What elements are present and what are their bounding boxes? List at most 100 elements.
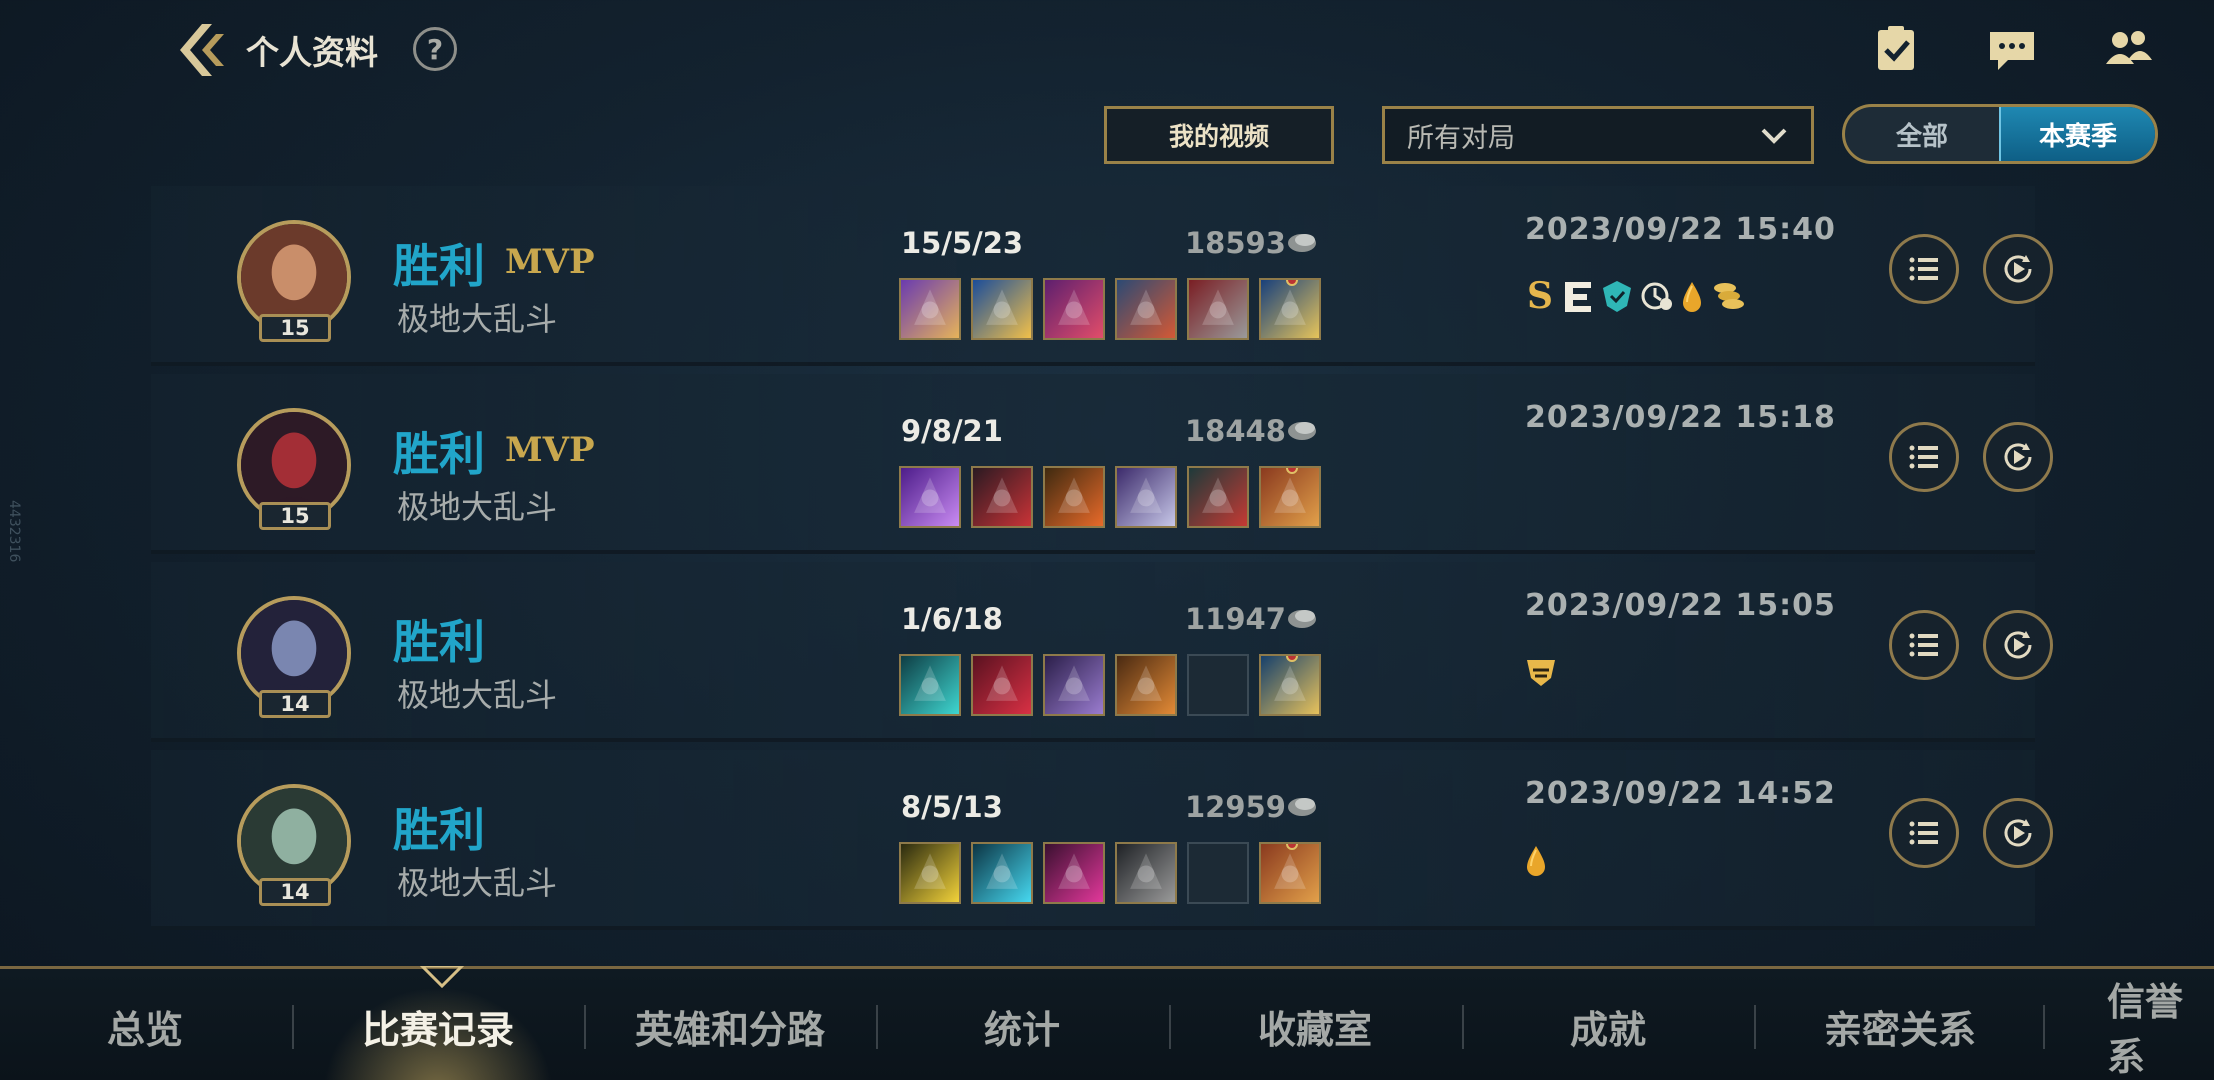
match-row[interactable]: 15 胜利 MVP 极地大乱斗 9/8/21 18448 2023/09/22 … <box>151 374 2053 554</box>
match-details-button[interactable] <box>1889 234 1959 304</box>
badge-multikill-icon <box>1561 277 1595 315</box>
item-magenta-dagger-icon[interactable] <box>1043 842 1105 904</box>
match-result: 胜利 <box>393 427 485 481</box>
gold-coin-icon <box>1288 422 1316 440</box>
top-bar: 个人资料 ? <box>0 0 2214 100</box>
season-option-all[interactable]: 全部 <box>1845 107 1999 161</box>
match-details-button[interactable] <box>1889 798 1959 868</box>
badge-clock-icon <box>1639 277 1675 315</box>
match-details-button[interactable] <box>1889 422 1959 492</box>
bottom-nav: 总览 比赛记录 英雄和分路 统计 收藏室 成就 亲密关系 信誉系 <box>0 966 2214 1080</box>
item-gauntlet-icon[interactable] <box>1115 842 1177 904</box>
mvp-badge: MVP <box>505 242 595 282</box>
item-poro-trinket-icon[interactable] <box>1259 842 1321 904</box>
match-type-value: 所有对局 <box>1407 122 1515 154</box>
replay-button[interactable] <box>1983 798 2053 868</box>
replay-icon <box>2004 631 2032 659</box>
item-slot-empty[interactable] <box>1187 842 1249 904</box>
watermark: 4432316 <box>6 500 22 563</box>
achievement-badges <box>1523 840 1549 880</box>
friends-icon[interactable] <box>2102 24 2154 74</box>
badge-coins-icon <box>1709 277 1749 315</box>
gold-earned: 12959 <box>1185 790 1286 824</box>
chevron-down-icon <box>1761 128 1787 144</box>
kda-stats: 9/8/21 <box>901 414 1003 448</box>
replay-button[interactable] <box>1983 610 2053 680</box>
champion-level: 15 <box>259 502 331 530</box>
replay-button[interactable] <box>1983 234 2053 304</box>
item-fire-blade-icon[interactable] <box>1043 466 1105 528</box>
item-slot-empty[interactable] <box>1187 654 1249 716</box>
achievement-badges: S <box>1523 275 1749 317</box>
badge-s-icon: S <box>1527 275 1553 317</box>
season-option-current[interactable]: 本赛季 <box>1999 107 2155 161</box>
nav-tab[interactable]: 统计 <box>887 969 1157 1080</box>
item-poro-trinket-icon[interactable] <box>1259 466 1321 528</box>
nav-tab[interactable]: 英雄和分路 <box>595 969 865 1080</box>
match-date: 2023/09/22 14:52 <box>1525 776 1836 811</box>
badge-ward-icon <box>1523 653 1559 691</box>
game-mode: 极地大乱斗 <box>397 300 558 338</box>
item-spear-icon[interactable] <box>1115 466 1177 528</box>
item-red-armor-icon[interactable] <box>1187 278 1249 340</box>
list-icon <box>1909 445 1938 469</box>
nav-divider <box>1168 1005 1171 1049</box>
nav-tab[interactable]: 收藏室 <box>1180 969 1450 1080</box>
list-icon <box>1909 257 1938 281</box>
gold-coin-icon <box>1288 234 1316 252</box>
gold-coin-icon <box>1288 798 1316 816</box>
item-dark-shoes-icon[interactable] <box>1043 278 1105 340</box>
match-row[interactable]: 15 胜利 MVP 极地大乱斗 15/5/23 18593 2023/09/22… <box>151 186 2053 366</box>
item-bow-icon[interactable] <box>1115 654 1177 716</box>
kda-stats: 15/5/23 <box>901 226 1024 260</box>
item-red-shield-icon[interactable] <box>1187 466 1249 528</box>
game-mode: 极地大乱斗 <box>397 864 558 902</box>
nav-divider <box>291 1005 294 1049</box>
nav-tab[interactable]: 亲密关系 <box>1765 969 2035 1080</box>
item-armor-icon[interactable] <box>1115 278 1177 340</box>
item-trinket-lens-icon[interactable] <box>1259 278 1321 340</box>
item-dark-blade-icon[interactable] <box>971 466 1033 528</box>
badge-drop-icon <box>1523 841 1549 879</box>
chat-bubble-icon[interactable] <box>1986 24 2038 74</box>
active-tab-caret-icon <box>420 966 464 988</box>
item-purple-cloak-icon[interactable] <box>1043 654 1105 716</box>
nav-tab[interactable]: 成就 <box>1473 969 1743 1080</box>
match-date: 2023/09/22 15:05 <box>1525 588 1836 623</box>
item-teal-blade-icon[interactable] <box>899 654 961 716</box>
nav-divider <box>2043 1005 2045 1049</box>
match-details-button[interactable] <box>1889 610 1959 680</box>
kda-stats: 8/5/13 <box>901 790 1003 824</box>
season-toggle[interactable]: 全部 本赛季 <box>1842 104 2158 164</box>
champion-level: 14 <box>259 690 331 718</box>
game-mode: 极地大乱斗 <box>397 676 558 714</box>
match-result: 胜利 <box>393 803 485 857</box>
gold-coin-icon <box>1288 610 1316 628</box>
match-row[interactable]: 14 胜利 极地大乱斗 1/6/18 11947 2023/09/22 15:0… <box>151 562 2053 742</box>
item-crimson-blade-icon[interactable] <box>971 654 1033 716</box>
game-mode: 极地大乱斗 <box>397 488 558 526</box>
item-blue-staff-icon[interactable] <box>971 278 1033 340</box>
replay-button[interactable] <box>1983 422 2053 492</box>
match-row[interactable]: 14 胜利 极地大乱斗 8/5/13 12959 2023/09/22 14:5… <box>151 750 2053 930</box>
nav-divider <box>584 1005 586 1049</box>
gold-earned: 18593 <box>1185 226 1286 260</box>
item-purple-sword-icon[interactable] <box>899 466 961 528</box>
nav-divider <box>876 1005 878 1049</box>
item-yellow-triangle-icon[interactable] <box>899 842 961 904</box>
match-type-dropdown[interactable]: 所有对局 <box>1382 106 1814 164</box>
item-blue-totem-icon[interactable] <box>1259 654 1321 716</box>
match-result: 胜利 <box>393 239 485 293</box>
nav-tab[interactable]: 总览 <box>10 969 280 1080</box>
back-arrow-icon[interactable] <box>172 20 234 80</box>
help-icon[interactable]: ? <box>413 27 457 71</box>
match-date: 2023/09/22 15:18 <box>1525 400 1836 435</box>
item-purple-hat-icon[interactable] <box>899 278 961 340</box>
replay-icon <box>2004 255 2032 283</box>
my-videos-button[interactable]: 我的视频 <box>1104 106 1334 164</box>
gold-earned: 11947 <box>1185 602 1286 636</box>
item-cyan-claw-icon[interactable] <box>971 842 1033 904</box>
nav-tab[interactable]: 信誉系 <box>2051 969 2214 1080</box>
task-clipboard-icon[interactable] <box>1870 24 1922 74</box>
nav-divider <box>1461 1005 1464 1049</box>
